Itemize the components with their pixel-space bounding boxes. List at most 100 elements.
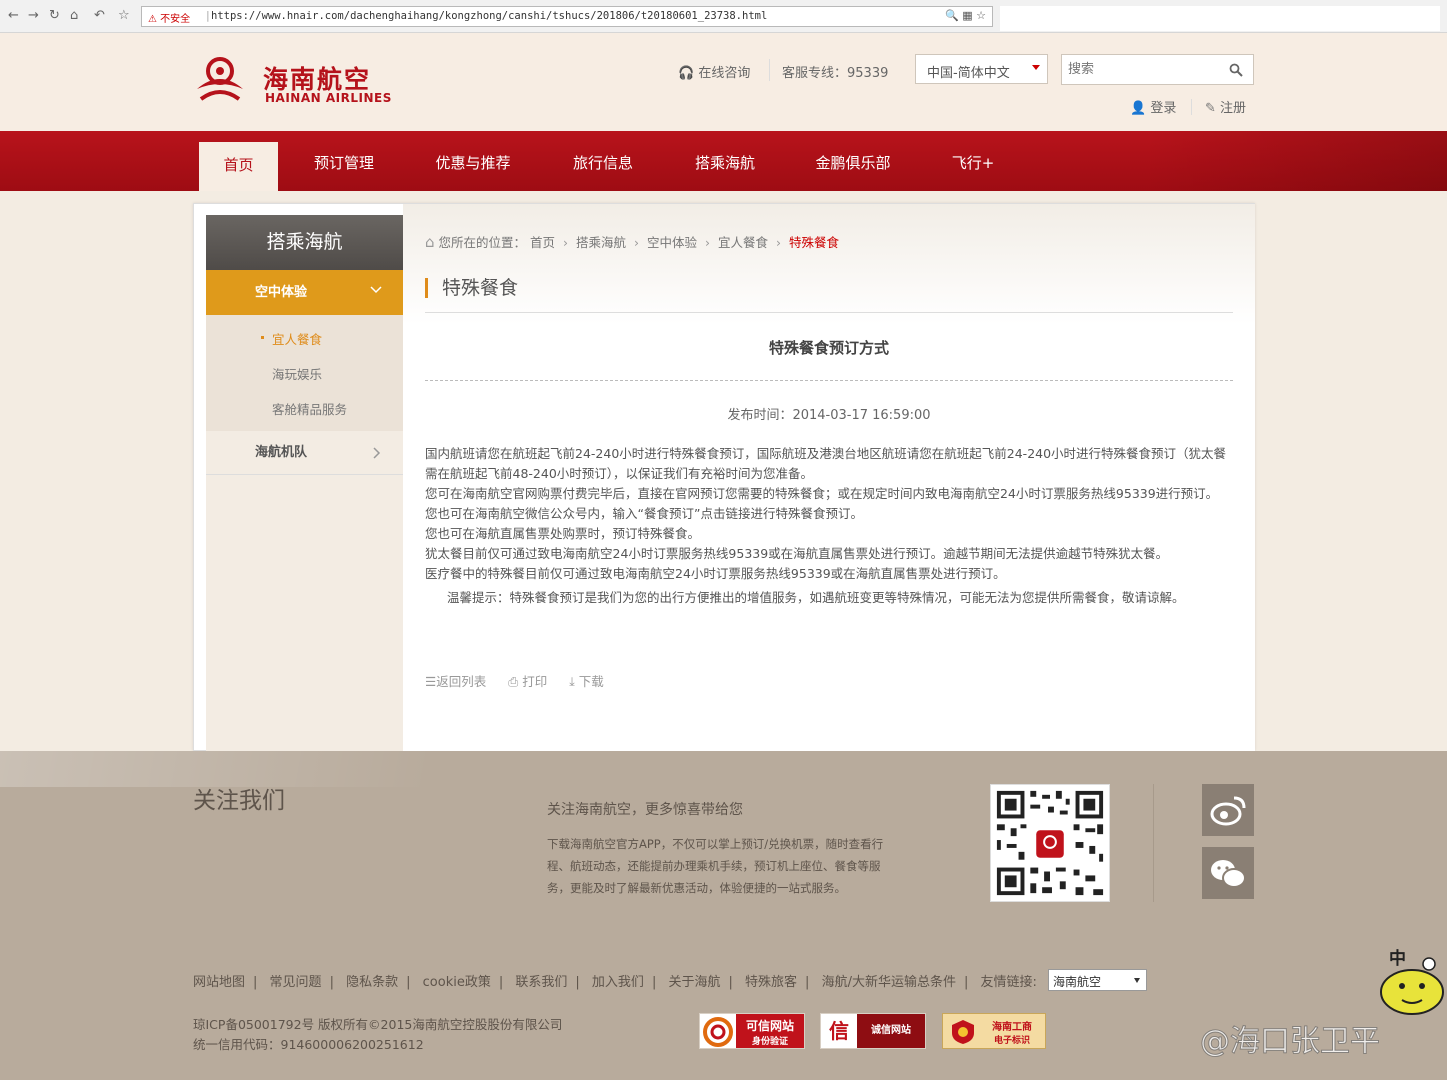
credit-code-text: 统一信用代码：914600006200251612 bbox=[193, 1037, 424, 1052]
footer-link-separator: | bbox=[728, 975, 733, 990]
footer-divider bbox=[1153, 784, 1154, 902]
back-icon[interactable]: ← bbox=[8, 8, 19, 23]
login-label: 登录 bbox=[1150, 101, 1177, 116]
site-header: 海南航空 HAINAN AIRLINES 🎧 在线咨询 客服专线：95339 中… bbox=[0, 33, 1447, 131]
address-bar[interactable]: ⚠ 不安全 | https://www.hnair.com/dachenghai… bbox=[141, 6, 993, 27]
footer-link-special-passengers[interactable]: 特殊旅客 bbox=[745, 975, 797, 990]
list-icon: ☰ bbox=[425, 674, 437, 689]
footer-link-cookie[interactable]: cookie政策 bbox=[423, 975, 491, 990]
copyright: 琼ICP备05001792号 版权所有©2015海南航空控股股份有限公司 统一信… bbox=[193, 1015, 562, 1055]
undo-icon[interactable]: ↶ bbox=[94, 8, 105, 23]
footer-link-separator: | bbox=[498, 975, 504, 990]
article-paragraph: 您可在海南航空官网购票付费完毕后，直接在官网预订您需要的特殊餐食；或在规定时间内… bbox=[425, 486, 1219, 501]
footer-link-separator: | bbox=[406, 975, 411, 990]
online-consult-label: 在线咨询 bbox=[698, 66, 751, 81]
breadcrumb-fly-with-us[interactable]: 搭乘海航 bbox=[576, 235, 626, 250]
forward-icon[interactable]: → bbox=[28, 8, 39, 23]
login-link[interactable]: 👤 登录 bbox=[1130, 97, 1176, 116]
app-description: 下载海南航空官方APP，不仅可以掌上预订/兑换机票，随时查看行程、航班动态，还能… bbox=[547, 837, 884, 895]
url-actions-icon[interactable]: 🔍 ▦ ☆ bbox=[945, 9, 986, 22]
wechat-button[interactable] bbox=[1202, 847, 1254, 899]
footer-link-conditions[interactable]: 海航/大新华运输总条件 bbox=[822, 975, 956, 990]
nav-fortune-wings-club[interactable]: 金鹏俱乐部 bbox=[802, 131, 904, 191]
integrity-icon: 信 bbox=[829, 1019, 849, 1043]
print-button[interactable]: ⎙ 打印 bbox=[508, 671, 547, 690]
breadcrumb-home[interactable]: 首页 bbox=[530, 235, 555, 250]
mascot-icon: 中 bbox=[1380, 948, 1444, 1015]
trusted-site-label: 可信网站 bbox=[745, 1019, 794, 1033]
sidebar-item-label: 海航机队 bbox=[255, 445, 308, 460]
section-divider bbox=[425, 312, 1233, 313]
footer-link-separator: | bbox=[329, 975, 334, 990]
footer-link-about[interactable]: 关于海航 bbox=[668, 975, 720, 990]
article-paragraph: 犹太餐目前仅可通过致电海南航空24小时订票服务热线95339或在海航直属售票处进… bbox=[425, 546, 1169, 561]
trusted-site-badge[interactable]: 可信网站 身份验证 bbox=[699, 1013, 805, 1049]
qr-code-icon bbox=[990, 784, 1110, 902]
nav-offers[interactable]: 优惠与推荐 bbox=[420, 131, 526, 191]
footer-link-privacy[interactable]: 隐私条款 bbox=[346, 975, 398, 990]
language-select[interactable]: 中国-简体中文 bbox=[915, 54, 1048, 84]
chevron-right-icon bbox=[373, 447, 381, 459]
sidebar-title: 搭乘海航 bbox=[206, 215, 403, 270]
nav-fly-with-us[interactable]: 搭乘海航 bbox=[680, 131, 770, 191]
business-license-badge[interactable]: 海南工商 电子标识 bbox=[942, 1013, 1046, 1049]
nav-fly-plus[interactable]: 飞行+ bbox=[936, 131, 1010, 191]
friend-links-label: 友情链接: bbox=[980, 975, 1037, 990]
app-slogan: 关注海南航空，更多惊喜带给您 bbox=[547, 802, 743, 818]
hotline-text: 客服专线：95339 bbox=[782, 66, 889, 81]
weibo-button[interactable] bbox=[1202, 784, 1254, 836]
follow-us-title: 关注我们 bbox=[193, 788, 285, 814]
search-input[interactable] bbox=[1066, 60, 1216, 79]
main-nav: 首页 预订管理 优惠与推荐 旅行信息 搭乘海航 金鹏俱乐部 飞行+ bbox=[0, 131, 1447, 191]
dropdown-arrow-icon bbox=[1032, 65, 1040, 70]
download-label: 下载 bbox=[578, 674, 604, 689]
national-emblem-icon bbox=[952, 1020, 974, 1044]
sidebar-subitem-cabin-service[interactable]: 客舱精品服务 bbox=[272, 399, 347, 418]
security-warning[interactable]: ⚠ 不安全 bbox=[148, 10, 190, 25]
url-text[interactable]: https://www.hnair.com/dachenghaihang/kon… bbox=[211, 10, 767, 22]
footer-link-separator: | bbox=[805, 975, 810, 990]
footer-link-separator: | bbox=[253, 975, 258, 990]
headset-icon: 🎧 bbox=[678, 66, 695, 81]
article-paragraph: 您也可在海南航空微信公众号内，输入“餐食预订”点击链接进行特殊餐食预订。 bbox=[425, 506, 863, 521]
nav-booking-management[interactable]: 预订管理 bbox=[300, 131, 388, 191]
star-icon[interactable]: ☆ bbox=[118, 8, 130, 23]
home-icon[interactable]: ⌂ bbox=[425, 233, 435, 251]
weibo-icon bbox=[1210, 796, 1246, 826]
sidebar-item-fleet[interactable]: 海航机队 bbox=[206, 431, 403, 475]
language-value: 中国-简体中文 bbox=[927, 66, 1010, 81]
breadcrumb-separator-icon: › bbox=[634, 235, 639, 250]
sidebar-item-inflight-experience[interactable]: 空中体验 bbox=[206, 270, 403, 315]
breadcrumb-separator-icon: › bbox=[704, 235, 710, 250]
nav-home[interactable]: 首页 bbox=[199, 142, 278, 191]
logo-english[interactable]: HAINAN AIRLINES bbox=[265, 91, 392, 105]
register-link[interactable]: ✎ 注册 bbox=[1205, 97, 1246, 116]
hainan-logo-icon[interactable] bbox=[193, 55, 247, 105]
breadcrumb-meals[interactable]: 宜人餐食 bbox=[718, 235, 768, 250]
sidebar-subitem-entertainment[interactable]: 海玩娱乐 bbox=[272, 364, 322, 383]
nav-travel-info[interactable]: 旅行信息 bbox=[558, 131, 648, 191]
back-to-list-button[interactable]: ☰返回列表 bbox=[425, 671, 486, 690]
footer-link-sitemap[interactable]: 网站地图 bbox=[193, 975, 245, 990]
footer-link-contact[interactable]: 联系我们 bbox=[515, 975, 567, 990]
dropdown-arrow-icon bbox=[1134, 978, 1140, 983]
footer-link-join[interactable]: 加入我们 bbox=[592, 975, 644, 990]
article-tip: 温馨提示：特殊餐食预订是我们为您的出行方便推出的增值服务，如遇航班变更等特殊情况… bbox=[447, 590, 1185, 605]
article-paragraph: 国内航班请您在航班起飞前24-240小时进行特殊餐食预订，国际航班及港澳台地区航… bbox=[425, 446, 1227, 481]
reload-icon[interactable]: ↻ bbox=[49, 8, 60, 23]
sidebar-subitem-meals[interactable]: 宜人餐食 bbox=[272, 329, 322, 348]
article-tools: ☰返回列表 ⎙ 打印 ⤓ 下载 bbox=[425, 671, 622, 690]
download-button[interactable]: ⤓ 下载 bbox=[569, 671, 604, 690]
footer-link-faq[interactable]: 常见问题 bbox=[270, 975, 322, 990]
article-paragraph: 您也可在海航直属售票处购票时，预订特殊餐食。 bbox=[425, 526, 701, 541]
breadcrumb-inflight[interactable]: 空中体验 bbox=[647, 235, 697, 250]
online-consult-link[interactable]: 🎧 在线咨询 bbox=[678, 62, 750, 81]
integrity-site-badge[interactable]: 信 诚信网站 bbox=[820, 1013, 926, 1049]
footer-links: 网站地图 | 常见问题 | 隐私条款 | cookie政策 | 联系我们 | 加入我们 | … bbox=[193, 971, 1037, 990]
main-panel: 搭乘海航 空中体验 宜人餐食 海玩娱乐 客舱精品服务 海航机队 ⌂ 您所在的位置… bbox=[193, 203, 1255, 752]
search-icon[interactable] bbox=[1229, 63, 1243, 77]
sidebar-item-label: 空中体验 bbox=[255, 285, 308, 300]
home-icon[interactable]: ⌂ bbox=[70, 8, 78, 23]
friend-links-select[interactable]: 海南航空 bbox=[1048, 969, 1147, 991]
sidebar: 搭乘海航 空中体验 宜人餐食 海玩娱乐 客舱精品服务 海航机队 bbox=[206, 215, 403, 752]
